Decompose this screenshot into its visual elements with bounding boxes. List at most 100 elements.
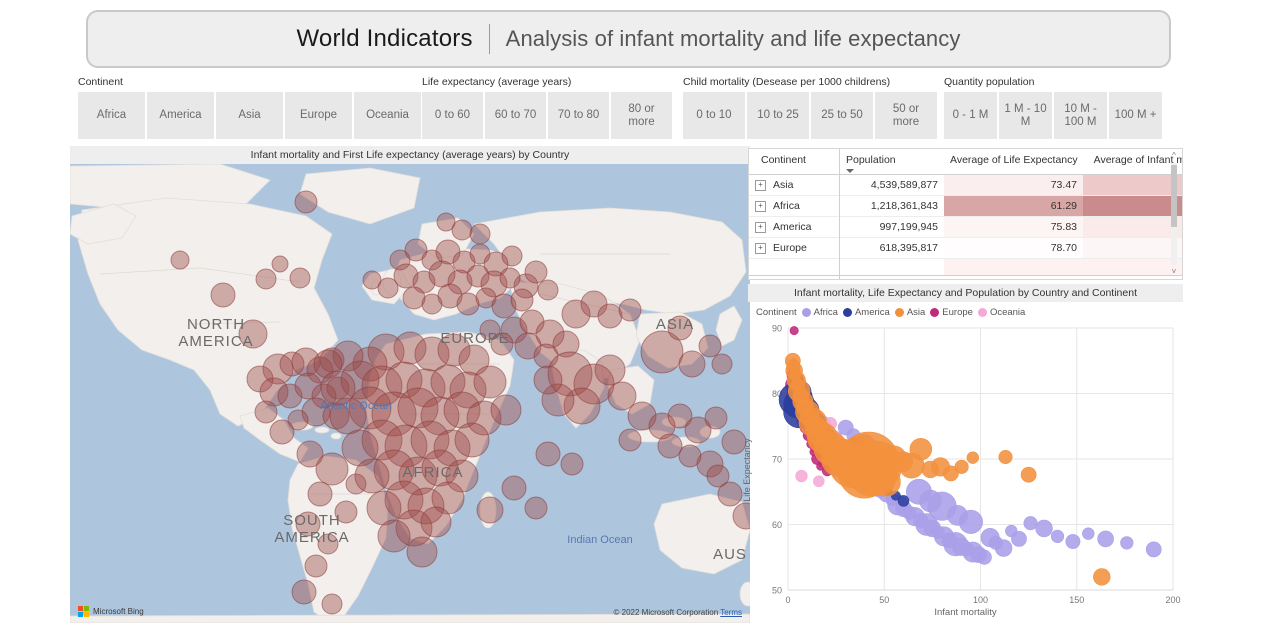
slicer-continent-option-asia[interactable]: Asia bbox=[216, 92, 283, 139]
slicer-population-tiles: 0 - 1 M 1 M - 10 M 10 M - 100 M 100 M + bbox=[944, 92, 1162, 139]
slicer-child-option-50-plus[interactable]: 50 or more bbox=[875, 92, 937, 139]
slicer-continent: Continent Africa America Asia Europe Oce… bbox=[78, 76, 421, 139]
legend-label-oceania: Oceania bbox=[989, 307, 1026, 318]
expand-icon[interactable]: + bbox=[755, 179, 766, 191]
table-row[interactable]: +Asia 4,539,589,877 73.47 38.33 bbox=[749, 174, 1182, 196]
slicer-continent-option-america[interactable]: America bbox=[147, 92, 214, 139]
expand-icon[interactable]: + bbox=[755, 242, 766, 254]
slicer-continent-option-oceania[interactable]: Oceania bbox=[354, 92, 421, 139]
cell-continent: America bbox=[773, 221, 812, 233]
slicer-child-option-10-25[interactable]: 10 to 25 bbox=[747, 92, 809, 139]
cell-population: 618,395,817 bbox=[839, 237, 944, 259]
map-terms-link[interactable]: Terms bbox=[720, 608, 742, 617]
legend-title: Continent bbox=[756, 307, 797, 318]
map-visual[interactable]: Infant mortality and First Life expectan… bbox=[70, 146, 750, 623]
svg-text:150: 150 bbox=[1069, 595, 1084, 605]
legend-item-america[interactable]: America bbox=[842, 307, 890, 318]
legend-item-africa[interactable]: Africa bbox=[801, 307, 838, 318]
map-canvas[interactable]: NORTH AMERICA SOUTH AMERICA EUROPE AFRIC… bbox=[70, 164, 750, 623]
slicer-continent-option-europe[interactable]: Europe bbox=[285, 92, 352, 139]
slicer-life-option-80-plus[interactable]: 80 or more bbox=[611, 92, 672, 139]
cell-population: 1,218,361,843 bbox=[839, 195, 944, 217]
table-header-row: Continent Population Average of Life Exp… bbox=[749, 149, 1182, 175]
scatter-visual[interactable]: Infant mortality, Life Expectancy and Po… bbox=[742, 284, 1183, 623]
column-header-continent[interactable]: Continent bbox=[749, 149, 840, 175]
svg-text:100: 100 bbox=[973, 595, 988, 605]
legend-label-europe: Europe bbox=[942, 307, 973, 318]
column-header-population[interactable]: Population bbox=[839, 149, 944, 175]
slicer-child-option-25-50[interactable]: 25 to 50 bbox=[811, 92, 873, 139]
slicer-continent-option-africa[interactable]: Africa bbox=[78, 92, 145, 139]
table-row[interactable]: +Africa 1,218,361,843 61.29 77.94 bbox=[749, 195, 1182, 217]
table-scrollbar[interactable]: ^ ˅ bbox=[1168, 151, 1180, 277]
slicer-population-option-10m-100m[interactable]: 10 M - 100 M bbox=[1054, 92, 1107, 139]
scatter-plot-graphic: 50607080900 50 100 150 200 bbox=[772, 324, 1181, 606]
svg-text:60: 60 bbox=[772, 520, 782, 530]
cell-population: 997,199,945 bbox=[839, 216, 944, 238]
map-visual-title: Infant mortality and First Life expectan… bbox=[70, 146, 750, 164]
table-grid: Continent Population Average of Life Exp… bbox=[749, 149, 1182, 279]
svg-text:200: 200 bbox=[1165, 595, 1180, 605]
slicer-life-expectancy: Life expectancy (average years) 0 to 60 … bbox=[422, 76, 672, 139]
svg-text:50: 50 bbox=[772, 586, 782, 596]
report-title-banner: World Indicators Analysis of infant mort… bbox=[86, 10, 1171, 68]
table-body: +Asia 4,539,589,877 73.47 38.33 +Africa … bbox=[749, 174, 1182, 279]
legend-swatch-africa bbox=[801, 308, 811, 317]
slicer-population-label: Quantity population bbox=[944, 76, 1035, 88]
column-header-population-label: Population bbox=[846, 154, 896, 166]
slicer-population: Quantity population 0 - 1 M 1 M - 10 M 1… bbox=[944, 76, 1162, 139]
cell-total-population: 7,413,672,933 bbox=[839, 275, 944, 279]
scatter-plot-area[interactable]: 50 60 70 80 90 0 50 100 150 200 Life Expectancy I… bbox=[742, 320, 1183, 620]
cell-total-life-expectancy: 72.28 bbox=[944, 275, 1083, 279]
slicer-life-option-70-80[interactable]: 70 to 80 bbox=[548, 92, 609, 139]
bing-provider-label: Microsoft Bing bbox=[93, 607, 144, 616]
continent-summary-table[interactable]: Continent Population Average of Life Exp… bbox=[748, 148, 1183, 280]
cell-life-expectancy: 73.47 bbox=[944, 174, 1083, 196]
table-row[interactable]: +Europe 618,395,817 78.70 10.34 bbox=[749, 237, 1182, 259]
bing-squares-icon bbox=[78, 606, 89, 617]
world-map-graphic bbox=[70, 164, 750, 623]
slicer-child-mortality-tiles: 0 to 10 10 to 25 25 to 50 50 or more bbox=[683, 92, 937, 139]
cell-total-label: Total bbox=[749, 275, 840, 279]
slicer-life-expectancy-label: Life expectancy (average years) bbox=[422, 76, 572, 88]
title-divider bbox=[488, 24, 490, 54]
cell-life-expectancy: 61.29 bbox=[944, 195, 1083, 217]
slicer-life-option-60-70[interactable]: 60 to 70 bbox=[485, 92, 546, 139]
scrollbar-thumb[interactable] bbox=[1171, 165, 1177, 227]
expand-icon[interactable]: + bbox=[755, 221, 766, 233]
table-partial-row bbox=[749, 258, 1182, 276]
bing-logo: Microsoft Bing bbox=[78, 606, 144, 617]
scroll-up-icon[interactable]: ^ bbox=[1168, 151, 1180, 161]
scroll-down-icon[interactable]: ˅ bbox=[1168, 267, 1180, 277]
map-copyright-text: © 2022 Microsoft Corporation bbox=[613, 608, 719, 617]
cell-population: 4,539,589,877 bbox=[839, 174, 944, 196]
legend-item-asia[interactable]: Asia bbox=[894, 307, 925, 318]
legend-item-europe[interactable]: Europe bbox=[930, 307, 973, 318]
cell-life-expectancy: 78.70 bbox=[944, 237, 1083, 259]
slicer-population-option-1m-10m[interactable]: 1 M - 10 M bbox=[999, 92, 1052, 139]
slicer-child-mortality-label: Child mortality (Desease per 1000 childr… bbox=[683, 76, 891, 88]
expand-icon[interactable]: + bbox=[755, 200, 766, 212]
cell-life-expectancy: 75.83 bbox=[944, 216, 1083, 238]
legend-label-africa: Africa bbox=[813, 307, 838, 318]
legend-swatch-oceania bbox=[977, 308, 987, 317]
cell-continent: Europe bbox=[773, 242, 807, 254]
legend-swatch-asia bbox=[894, 308, 904, 317]
slicer-child-option-0-10[interactable]: 0 to 10 bbox=[683, 92, 745, 139]
slicer-continent-tiles: Africa America Asia Europe Oceania bbox=[78, 92, 421, 139]
column-header-life-expectancy[interactable]: Average of Life Expectancy bbox=[944, 149, 1083, 175]
legend-swatch-europe bbox=[930, 308, 940, 317]
legend-item-oceania[interactable]: Oceania bbox=[977, 307, 1026, 318]
slicer-life-option-0-60[interactable]: 0 to 60 bbox=[422, 92, 483, 139]
slicer-population-option-100m-plus[interactable]: 100 M + bbox=[1109, 92, 1162, 139]
y-axis-title: Life Expectancy bbox=[742, 438, 752, 502]
cell-continent: Asia bbox=[773, 179, 794, 191]
dashboard-page: World Indicators Analysis of infant mort… bbox=[0, 0, 1263, 623]
slicer-population-option-0-1m[interactable]: 0 - 1 M bbox=[944, 92, 997, 139]
table-row[interactable]: +America 997,199,945 75.83 19.49 bbox=[749, 216, 1182, 238]
page-title: World Indicators bbox=[296, 25, 473, 52]
slicer-life-expectancy-tiles: 0 to 60 60 to 70 70 to 80 80 or more bbox=[422, 92, 672, 139]
slicer-child-mortality: Child mortality (Desease per 1000 childr… bbox=[683, 76, 937, 139]
page-subtitle: Analysis of infant mortality and life ex… bbox=[505, 26, 961, 51]
sort-descending-icon bbox=[846, 169, 854, 173]
